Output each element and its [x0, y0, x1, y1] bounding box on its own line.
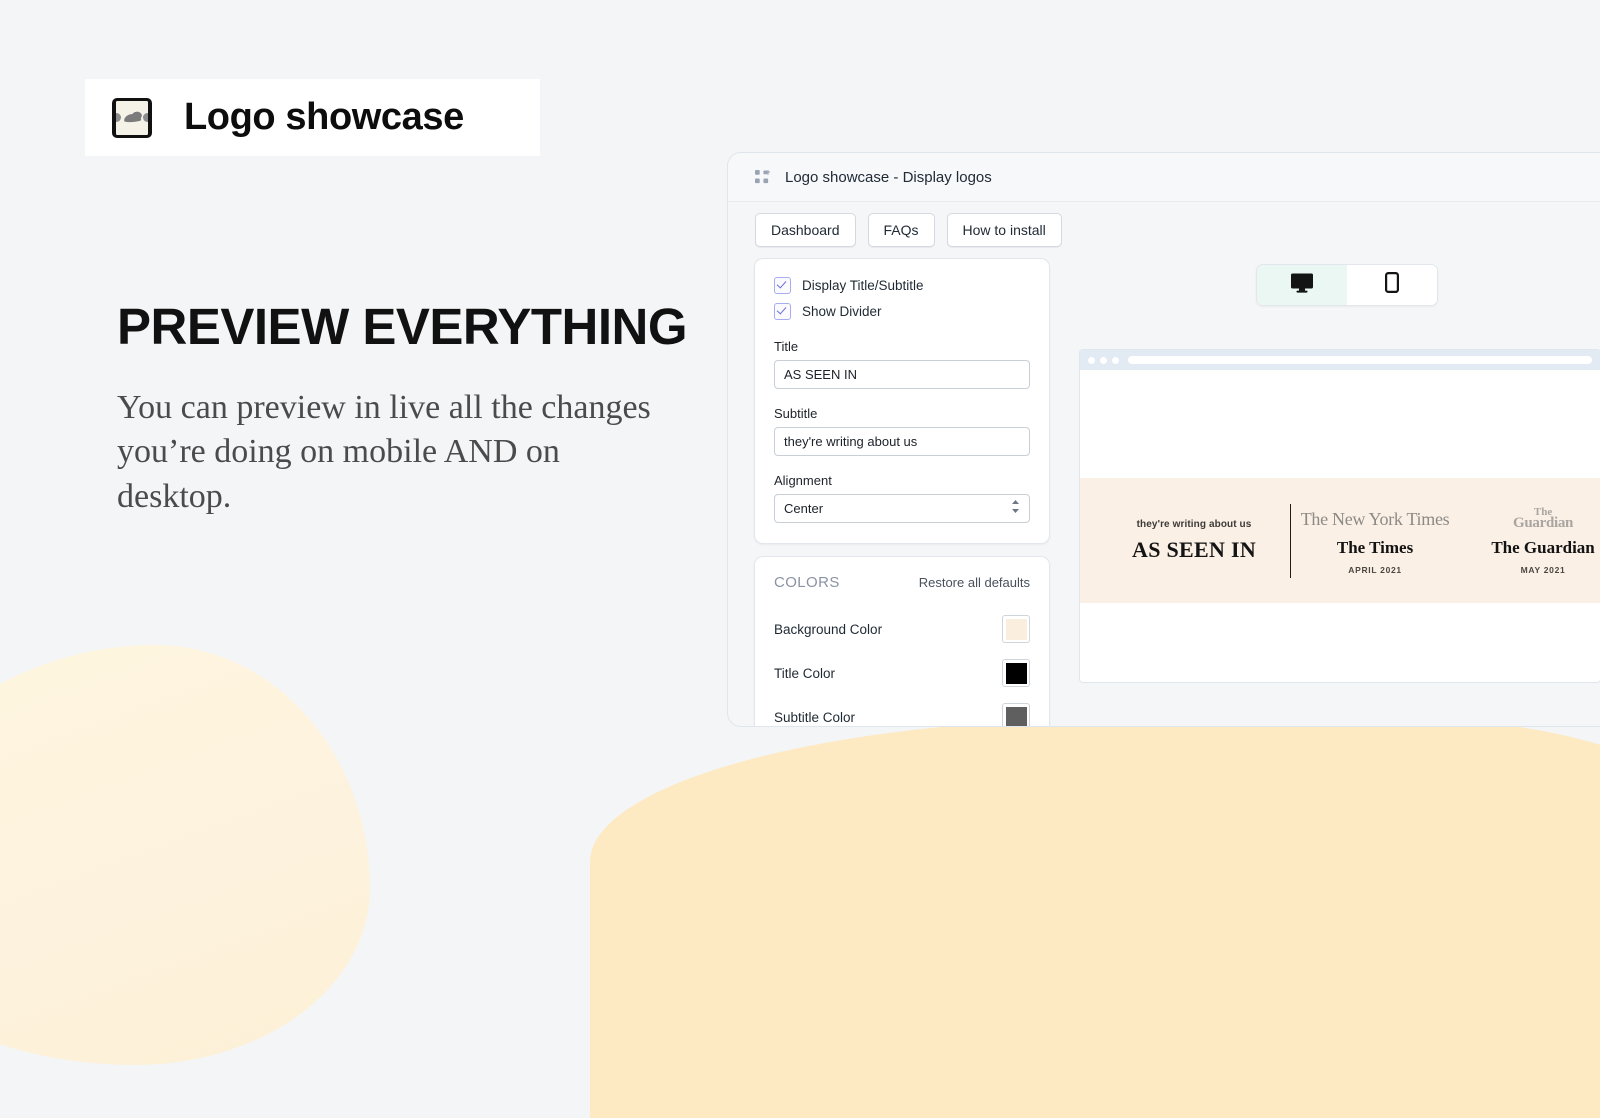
- image-wave-glyph: [123, 112, 141, 123]
- hero-section: PREVIEW EVERYTHING You can preview in li…: [117, 300, 717, 520]
- tab-how-to-install[interactable]: How to install: [946, 213, 1062, 247]
- preview-browser-frame: they're writing about us AS SEEN IN The …: [1080, 350, 1600, 682]
- checkbox-display-title-subtitle[interactable]: [774, 277, 791, 294]
- colors-header: COLORS Restore all defaults: [774, 574, 1030, 591]
- hero-body: You can preview in live all the changes …: [117, 388, 651, 516]
- tab-dashboard[interactable]: Dashboard: [755, 213, 856, 247]
- color-label-background: Background Color: [774, 621, 883, 637]
- app-tabbar: Dashboard FAQs How to install: [728, 202, 1600, 258]
- colors-card: COLORS Restore all defaults Background C…: [754, 556, 1050, 726]
- color-row-subtitle: Subtitle Color: [774, 695, 1030, 726]
- logo-mark-text: The New York Times: [1300, 508, 1450, 529]
- checkbox-show-divider[interactable]: [774, 303, 791, 320]
- tab-faqs[interactable]: FAQs: [867, 213, 935, 247]
- swatch-fill-subtitle: [1005, 706, 1027, 726]
- logo-mark-nyt: The New York Times: [1291, 506, 1459, 532]
- color-swatch-background[interactable]: [1002, 615, 1030, 643]
- checkbox-label-show-divider: Show Divider: [802, 304, 882, 319]
- browser-url-bar[interactable]: [1128, 356, 1592, 364]
- logo-name: The Guardian: [1491, 538, 1595, 557]
- restore-all-defaults-link[interactable]: Restore all defaults: [919, 575, 1030, 590]
- label-alignment: Alignment: [774, 473, 832, 488]
- strip-title: AS SEEN IN: [1132, 536, 1257, 562]
- color-row-title: Title Color: [774, 651, 1030, 695]
- title-input[interactable]: [774, 360, 1030, 389]
- carousel-blip-left: [116, 113, 121, 122]
- browser-page: they're writing about us AS SEEN IN The …: [1080, 370, 1600, 682]
- logo-item: The Guardian The Guardian MAY 2021: [1459, 506, 1600, 575]
- guardian-mark-line2: Guardian: [1512, 515, 1574, 532]
- app-window: Logo showcase - Display logos Dashboard …: [727, 152, 1600, 727]
- preview-column: they're writing about us AS SEEN IN The …: [1068, 258, 1600, 726]
- carousel-blip-right: [143, 113, 148, 122]
- browser-dot-minimize: [1100, 356, 1107, 364]
- carousel-icon: [112, 97, 152, 138]
- brand-name: Logo showcase: [184, 96, 464, 138]
- checkbox-row-show-divider[interactable]: Show Divider: [774, 303, 1030, 320]
- strip-subtitle: they're writing about us: [1136, 518, 1252, 530]
- logo-mark-text: The Guardian: [1512, 507, 1574, 532]
- apps-grid-plus-icon: [755, 169, 770, 185]
- mobile-phone-icon: [1385, 272, 1400, 298]
- logo-items: The New York Times The Times APRIL 2021 …: [1291, 506, 1600, 575]
- decorative-blob-right: [590, 718, 1600, 1118]
- color-row-background: Background Color: [774, 607, 1030, 651]
- checkbox-label-display-title-subtitle: Display Title/Subtitle: [802, 278, 924, 293]
- label-title: Title: [774, 339, 799, 354]
- colors-section-title: COLORS: [774, 574, 840, 591]
- app-window-title: Logo showcase - Display logos: [785, 168, 992, 186]
- checkbox-row-display-title-subtitle[interactable]: Display Title/Subtitle: [774, 277, 1030, 294]
- hero-title: PREVIEW EVERYTHING: [117, 298, 688, 355]
- color-label-title: Title Color: [774, 665, 836, 681]
- subtitle-input[interactable]: [774, 427, 1030, 456]
- alignment-select[interactable]: [774, 494, 1030, 523]
- swatch-fill-background: [1005, 618, 1027, 640]
- logo-showcase-strip: they're writing about us AS SEEN IN The …: [1080, 478, 1600, 603]
- logo-date: APRIL 2021: [1348, 565, 1402, 575]
- logo-date: MAY 2021: [1520, 565, 1566, 575]
- settings-column: Display Title/Subtitle Show Divider Titl…: [754, 258, 1050, 726]
- label-subtitle: Subtitle: [774, 406, 818, 421]
- color-label-subtitle: Subtitle Color: [774, 709, 856, 725]
- browser-chrome-bar: [1080, 350, 1600, 370]
- app-titlebar: Logo showcase - Display logos: [728, 153, 1600, 202]
- device-toggle: [1256, 264, 1438, 306]
- logo-mark-guardian: The Guardian: [1459, 506, 1600, 532]
- device-toggle-mobile[interactable]: [1347, 265, 1437, 305]
- browser-dot-maximize: [1112, 356, 1119, 364]
- desktop-monitor-icon: [1291, 273, 1313, 298]
- color-swatch-subtitle[interactable]: [1002, 703, 1030, 726]
- content-settings-card: Display Title/Subtitle Show Divider Titl…: [754, 258, 1050, 544]
- browser-dot-close: [1088, 356, 1095, 364]
- device-toggle-desktop[interactable]: [1257, 265, 1347, 305]
- strip-heading: they're writing about us AS SEEN IN: [1132, 519, 1290, 563]
- color-swatch-title[interactable]: [1002, 659, 1030, 687]
- swatch-fill-title: [1005, 662, 1027, 684]
- logo-name: The Times: [1336, 538, 1414, 557]
- alignment-select-wrapper: [774, 494, 1030, 523]
- decorative-blob-left: [0, 645, 370, 1065]
- brand-badge: Logo showcase: [85, 79, 540, 156]
- logo-item: The New York Times The Times APRIL 2021: [1291, 506, 1459, 576]
- app-body: Display Title/Subtitle Show Divider Titl…: [728, 258, 1600, 726]
